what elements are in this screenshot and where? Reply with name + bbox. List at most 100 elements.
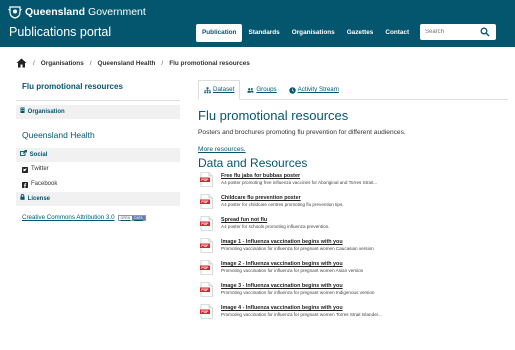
resource-title[interactable]: Image 4 - Influenza vaccination begins w…	[221, 305, 382, 311]
resource-description: A4 poster for childcare centres promotin…	[221, 202, 344, 207]
clock-icon	[288, 86, 296, 94]
lock-icon	[20, 194, 25, 200]
facebook-icon	[22, 181, 28, 188]
resource-title[interactable]: Free flu jabs for bubbas poster	[221, 173, 377, 179]
resource-text: Image 1 - Influenza vaccination begins w…	[221, 238, 374, 251]
main-nav: Publication Standards Organisations Gaze…	[196, 24, 415, 42]
svg-text:PDF: PDF	[201, 178, 209, 182]
portal-title[interactable]: Publications portal	[9, 25, 111, 39]
nav-contact[interactable]: Contact	[379, 24, 415, 42]
resource-description: A4 poster for schools promoting influenz…	[221, 224, 330, 229]
nav-organisations[interactable]: Organisations	[286, 24, 341, 42]
tab-dataset-label: Dataset	[213, 86, 235, 93]
resource-item[interactable]: PDF Image 3 - Influenza vaccination begi…	[198, 282, 508, 302]
resources-heading: Data and Resources	[198, 156, 308, 170]
search-input[interactable]	[420, 29, 478, 35]
users-icon	[247, 87, 254, 93]
social-section-header: Social	[16, 148, 180, 162]
svg-text:PDF: PDF	[201, 288, 209, 292]
organisation-label: Organisation	[27, 109, 65, 115]
organisation-name[interactable]: Queensland Health	[16, 124, 180, 148]
nav-publication[interactable]: Publication	[196, 24, 243, 42]
facebook-label: Facebook	[31, 181, 58, 187]
pdf-file-icon: PDF	[200, 282, 213, 297]
pdf-file-icon: PDF	[200, 238, 213, 253]
breadcrumb-separator: /	[89, 59, 92, 67]
search-box	[420, 24, 496, 40]
social-label: Social	[29, 152, 48, 158]
pdf-file-icon: PDF	[200, 194, 213, 209]
resource-item[interactable]: PDF Childcare flu prevention poster A4 p…	[198, 194, 508, 214]
share-icon	[20, 150, 27, 156]
breadcrumb-current[interactable]: Flu promotional resources	[169, 60, 250, 67]
resource-item[interactable]: PDF Spread fun not flu A4 poster for sch…	[198, 216, 508, 236]
breadcrumb-queensland-health[interactable]: Queensland Health	[98, 60, 156, 67]
resource-item[interactable]: PDF Image 1 - Influenza vaccination begi…	[198, 238, 508, 258]
resource-item[interactable]: PDF Image 4 - Influenza vaccination begi…	[198, 304, 508, 324]
dataset-tabs: Dataset Groups Activity Stream	[198, 80, 508, 100]
tab-groups[interactable]: Groups	[242, 80, 281, 100]
facebook-share-link[interactable]: Facebook	[16, 177, 180, 192]
tab-dataset[interactable]: Dataset	[198, 80, 241, 100]
tab-activity-label: Activity Stream	[297, 86, 339, 93]
tab-groups-label: Groups	[256, 86, 277, 93]
resource-text: Free flu jabs for bubbas poster A4 poste…	[221, 172, 377, 185]
license-section-header: License	[16, 192, 180, 206]
license-label: License	[27, 196, 51, 202]
resource-text: Spread fun not flu A4 poster for schools…	[221, 216, 330, 229]
license-link[interactable]: Creative Commons Attribution 3.0 OPEN DAT…	[16, 206, 180, 221]
search-icon[interactable]	[480, 27, 490, 37]
svg-text:PDF: PDF	[201, 200, 209, 204]
twitter-label: Twitter	[31, 166, 49, 172]
resource-text: Childcare flu prevention poster A4 poste…	[221, 194, 344, 207]
badge-data: DATA	[132, 215, 145, 220]
pdf-file-icon: PDF	[200, 260, 213, 275]
pdf-file-icon: PDF	[200, 216, 213, 231]
twitter-icon	[22, 166, 28, 173]
sidebar: Flu promotional resources Organisation Q…	[16, 78, 180, 221]
government-brand[interactable]: Queensland Government	[8, 5, 146, 19]
resource-text: Image 4 - Influenza vaccination begins w…	[221, 304, 382, 317]
nav-standards[interactable]: Standards	[242, 24, 285, 42]
resource-description: Promoting vaccination for influenza for …	[221, 268, 364, 273]
pdf-file-icon: PDF	[200, 304, 213, 319]
resource-item[interactable]: PDF Image 2 - Influenza vaccination begi…	[198, 260, 508, 280]
more-resources-link[interactable]: More resources.	[198, 146, 508, 153]
resource-description: A4 poster promoting free influenza vacci…	[221, 180, 378, 185]
pdf-file-icon: PDF	[200, 172, 213, 187]
svg-text:PDF: PDF	[201, 266, 209, 270]
resource-description: Promoting vaccination for influenza for …	[221, 290, 375, 295]
nav-gazettes[interactable]: Gazettes	[341, 24, 380, 42]
resource-title[interactable]: Childcare flu prevention poster	[221, 195, 344, 201]
badge-open: OPEN	[118, 215, 133, 220]
site-header: Queensland Government Publications porta…	[0, 0, 515, 47]
svg-text:PDF: PDF	[201, 310, 209, 314]
main-content: Dataset Groups Activity Stream Flu promo…	[198, 80, 508, 324]
resource-title[interactable]: Spread fun not flu	[221, 217, 330, 223]
government-name: Queensland Government	[25, 6, 146, 18]
sitemap-icon	[204, 86, 211, 93]
organisation-section-header: Organisation	[16, 105, 180, 119]
breadcrumb-separator: /	[161, 59, 164, 67]
breadcrumb-organisations[interactable]: Organisations	[41, 60, 84, 67]
resource-text: Image 2 - Influenza vaccination begins w…	[221, 260, 363, 273]
svg-text:PDF: PDF	[201, 244, 209, 248]
tab-activity-stream[interactable]: Activity Stream	[284, 80, 344, 100]
dataset-description: Posters and brochures promoting flu prev…	[198, 129, 406, 136]
resource-title[interactable]: Image 3 - Influenza vaccination begins w…	[221, 283, 374, 289]
breadcrumb: / Organisations / Queensland Health / Fl…	[16, 58, 250, 68]
resource-item[interactable]: PDF Free flu jabs for bubbas poster A4 p…	[198, 172, 508, 192]
breadcrumb-separator: /	[33, 59, 35, 67]
twitter-share-link[interactable]: Twitter	[16, 162, 180, 177]
resource-description: Promoting vaccination for influenza for …	[221, 246, 374, 251]
resource-list: PDF Free flu jabs for bubbas poster A4 p…	[198, 172, 508, 324]
resource-title[interactable]: Image 1 - Influenza vaccination begins w…	[221, 239, 374, 245]
home-icon[interactable]	[16, 58, 27, 68]
resource-title[interactable]: Image 2 - Influenza vaccination begins w…	[221, 261, 363, 267]
dataset-title: Flu promotional resources	[198, 108, 349, 123]
resource-description: Promoting vaccination for influenza for …	[221, 312, 382, 317]
license-link-text: Creative Commons Attribution 3.0	[22, 214, 115, 221]
qld-crest-icon	[8, 6, 22, 19]
building-icon	[20, 107, 25, 113]
svg-text:PDF: PDF	[201, 222, 209, 226]
